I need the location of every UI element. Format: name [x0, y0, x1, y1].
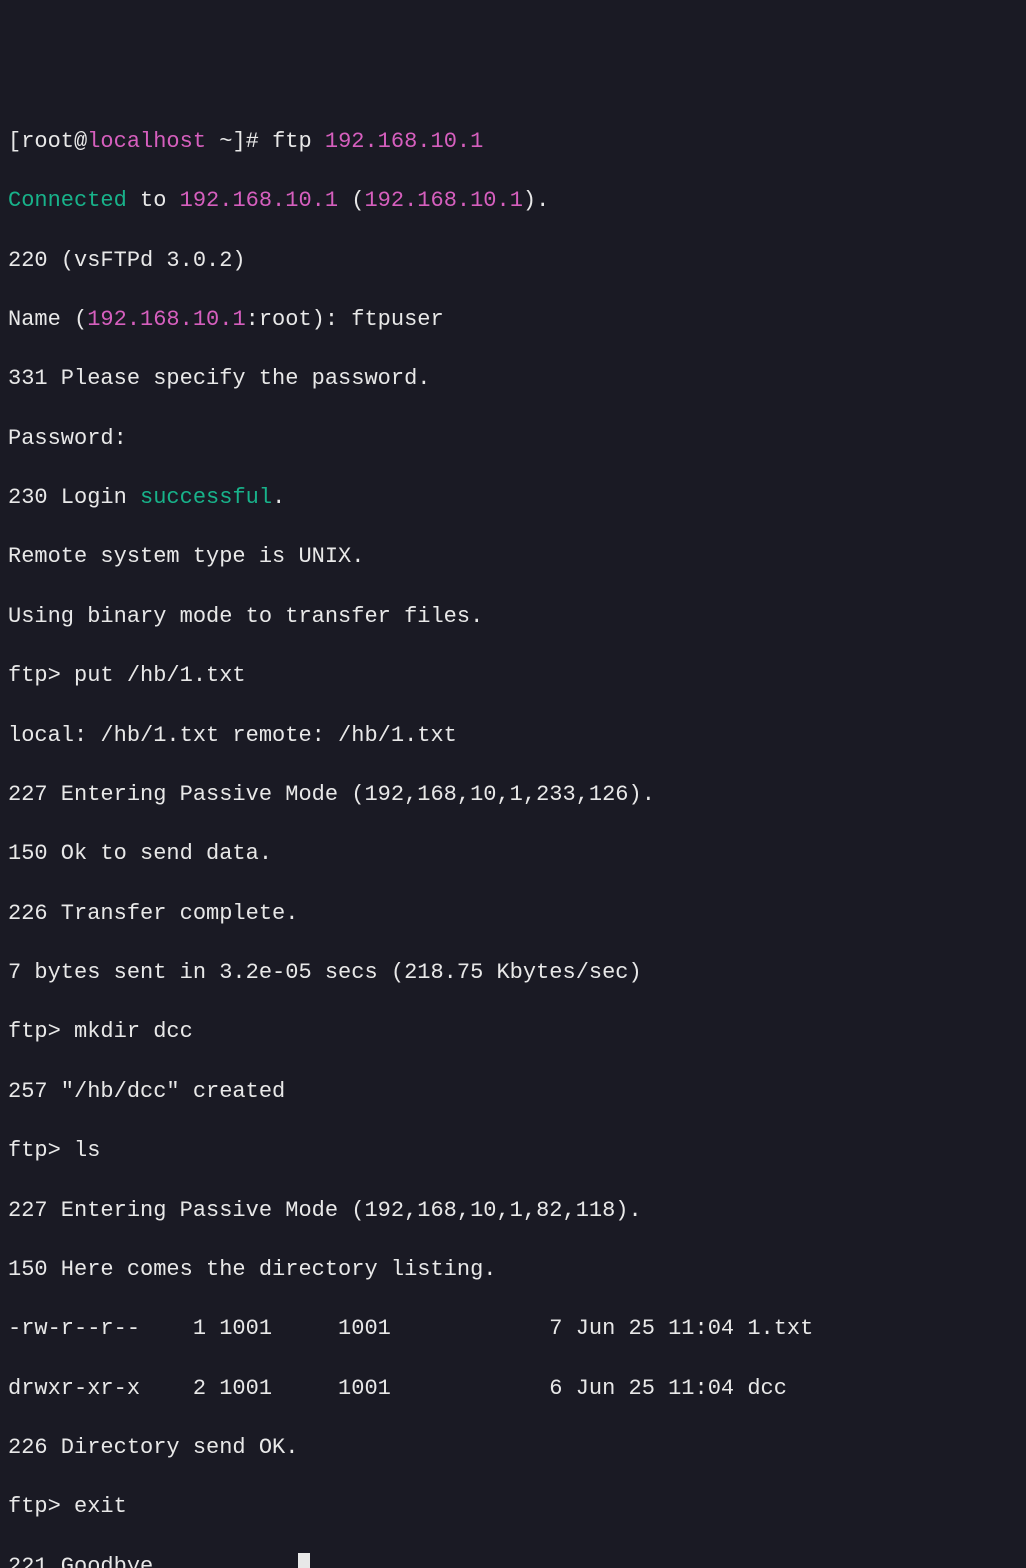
- goodbye-text: 221 Goodbye.: [8, 1554, 166, 1568]
- connected-word: Connected: [8, 188, 127, 213]
- dir-listing-header: 150 Here comes the directory listing.: [8, 1255, 1018, 1285]
- ok-send-data: 150 Ok to send data.: [8, 839, 1018, 869]
- bracket-open: [: [8, 129, 21, 154]
- connected-ip-1: 192.168.10.1: [180, 188, 338, 213]
- name-ip: 192.168.10.1: [87, 307, 245, 332]
- name-open: Name (: [8, 307, 87, 332]
- login-code: 230 Login: [8, 485, 140, 510]
- system-type: Remote system type is UNIX.: [8, 542, 1018, 572]
- prompt-at: @: [74, 129, 87, 154]
- cursor-block[interactable]: [298, 1553, 310, 1568]
- password-prompt[interactable]: Password:: [8, 424, 1018, 454]
- prompt-line[interactable]: [root@localhost ~]# ftp 192.168.10.1: [8, 127, 1018, 157]
- prompt-user: root: [21, 129, 74, 154]
- command-ftp: ftp: [272, 129, 325, 154]
- ftp-ls-command[interactable]: ftp> ls: [8, 1136, 1018, 1166]
- prompt-path: ~: [206, 129, 232, 154]
- paren-open: (: [338, 188, 364, 213]
- login-dot: .: [272, 485, 285, 510]
- transfer-complete: 226 Transfer complete.: [8, 899, 1018, 929]
- prompt-host: localhost: [87, 129, 206, 154]
- passive-mode-1: 227 Entering Passive Mode (192,168,10,1,…: [8, 780, 1018, 810]
- ftp-exit-command[interactable]: ftp> exit: [8, 1492, 1018, 1522]
- dir-send-ok: 226 Directory send OK.: [8, 1433, 1018, 1463]
- paren-close: ).: [523, 188, 549, 213]
- name-rest: :root): ftpuser: [246, 307, 444, 332]
- server-banner: 220 (vsFTPd 3.0.2): [8, 246, 1018, 276]
- ftp-mkdir-command[interactable]: ftp> mkdir dcc: [8, 1017, 1018, 1047]
- dir-created: 257 "/hb/dcc" created: [8, 1077, 1018, 1107]
- goodbye-line: 221 Goodbye.: [8, 1552, 1018, 1568]
- bracket-close-hash: ]#: [232, 129, 272, 154]
- listing-row-file: -rw-r--r-- 1 1001 1001 7 Jun 25 11:04 1.…: [8, 1314, 1018, 1344]
- local-remote-paths: local: /hb/1.txt remote: /hb/1.txt: [8, 721, 1018, 751]
- login-successful-line: 230 Login successful.: [8, 483, 1018, 513]
- name-prompt-line[interactable]: Name (192.168.10.1:root): ftpuser: [8, 305, 1018, 335]
- specify-password: 331 Please specify the password.: [8, 364, 1018, 394]
- bytes-sent: 7 bytes sent in 3.2e-05 secs (218.75 Kby…: [8, 958, 1018, 988]
- connected-line: Connected to 192.168.10.1 (192.168.10.1)…: [8, 186, 1018, 216]
- login-successful: successful: [140, 485, 272, 510]
- connected-to: to: [127, 188, 180, 213]
- command-ip: 192.168.10.1: [325, 129, 483, 154]
- connected-ip-2: 192.168.10.1: [364, 188, 522, 213]
- binary-mode: Using binary mode to transfer files.: [8, 602, 1018, 632]
- passive-mode-2: 227 Entering Passive Mode (192,168,10,1,…: [8, 1196, 1018, 1226]
- listing-row-dir: drwxr-xr-x 2 1001 1001 6 Jun 25 11:04 dc…: [8, 1374, 1018, 1404]
- ftp-put-command[interactable]: ftp> put /hb/1.txt: [8, 661, 1018, 691]
